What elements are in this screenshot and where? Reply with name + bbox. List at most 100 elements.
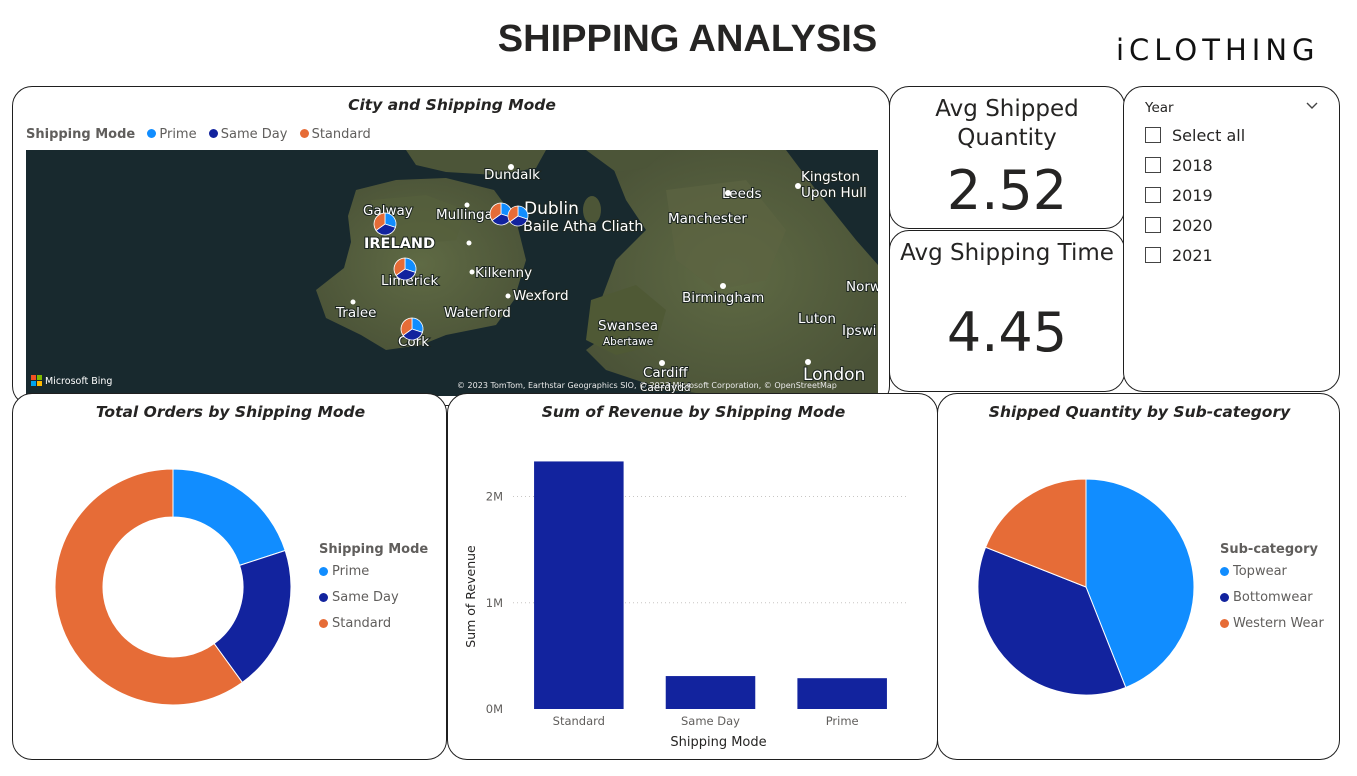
bottomwear-legend-dot	[1220, 593, 1229, 602]
orders-chart-title: Total Orders by Shipping Mode	[95, 403, 366, 421]
map-legend-standard: Standard	[311, 127, 371, 142]
checkbox[interactable]	[1145, 127, 1161, 143]
revenue-bar-visual[interactable]: Sum of Revenue by Shipping Mode 0M 1M 2M St…	[447, 393, 938, 760]
slicer-title: Year	[1145, 100, 1174, 116]
orders-donut-visual[interactable]: Total Orders by Shipping Mode Shipping M…	[12, 393, 447, 760]
city-label-luton: Luton	[798, 311, 836, 327]
city-label-baile: Baile Atha Cliath	[523, 219, 643, 235]
x-axis-title: Shipping Mode	[670, 735, 766, 750]
y-tick-label: 1M	[486, 596, 503, 610]
bing-label: Microsoft Bing	[45, 376, 112, 387]
kpi-qty-label-line1: Avg Shipped	[935, 96, 1079, 122]
map-pie-cork[interactable]	[400, 317, 424, 341]
revenue-chart-title: Sum of Revenue by Shipping Mode	[541, 403, 846, 421]
city-label-norw: Norw	[846, 279, 878, 295]
city-label-mullingar: Mullingar	[436, 207, 499, 223]
city-dot	[469, 269, 475, 275]
x-tick-label: Same Day	[681, 714, 740, 728]
subcat-legend-title: Sub-category	[1220, 542, 1318, 557]
city-label-kilkenny: Kilkenny	[475, 265, 532, 281]
bar-prime[interactable]	[797, 678, 887, 709]
city-label-swansea: Swansea	[598, 318, 658, 334]
bar-standard[interactable]	[534, 461, 624, 709]
brand-logo: iCLOTHING	[1116, 33, 1320, 67]
map-legend-prime: Prime	[159, 127, 197, 142]
orders-legend: Shipping Mode Prime Same Day Standard	[319, 542, 428, 642]
map-legend-title: Shipping Mode	[26, 127, 136, 142]
x-tick-label: Prime	[826, 714, 859, 728]
same-day-legend-dot	[208, 129, 218, 138]
slicer-item-2021[interactable]: 2021	[1145, 244, 1213, 266]
x-tick-label: Standard	[553, 714, 605, 728]
y-tick-label: 0M	[486, 702, 503, 716]
subcat-legend: Sub-category Topwear Bottomwear Western …	[1220, 542, 1324, 642]
legend-item-standard[interactable]: Standard	[319, 616, 428, 642]
map-pie-dublin[interactable]	[507, 205, 529, 227]
orders-slice-prime[interactable]	[172, 468, 286, 566]
map-pie-limerick[interactable]	[393, 257, 417, 281]
year-slicer[interactable]: Year Select all 2018 2019 2020 2021	[1123, 86, 1340, 392]
satellite-map[interactable]: Dundalk Dublin Baile Atha Cliath Galway …	[26, 150, 878, 396]
chevron-down-icon[interactable]	[1305, 99, 1319, 113]
slicer-item-label: 2018	[1172, 155, 1213, 175]
legend-label: Same Day	[332, 590, 399, 605]
city-label-upon-hull: Upon Hull	[801, 185, 867, 201]
map-copyright[interactable]: © 2023 TomTom, Earthstar Geographics SIO…	[457, 381, 837, 390]
city-dot	[805, 359, 811, 365]
subcat-chart-title: Shipped Quantity by Sub-category	[988, 403, 1291, 421]
city-label-abertawe: Abertawe	[603, 336, 653, 348]
same-day-legend-dot	[319, 593, 328, 602]
y-tick-label: 2M	[486, 490, 503, 504]
slicer-item-2019[interactable]: 2019	[1145, 184, 1213, 206]
city-dot	[659, 360, 665, 366]
city-label-ipswi: Ipswi	[842, 323, 876, 339]
checkbox[interactable]	[1145, 217, 1161, 233]
standard-legend-dot	[319, 619, 328, 628]
city-label-birmingham: Birmingham	[682, 290, 764, 306]
checkbox[interactable]	[1145, 247, 1161, 263]
city-dot	[720, 283, 726, 289]
standard-legend-dot	[299, 129, 309, 138]
y-axis-title: Sum of Revenue	[463, 545, 478, 648]
legend-item-bottomwear[interactable]: Bottomwear	[1220, 590, 1324, 616]
orders-donut-chart[interactable]	[43, 454, 323, 724]
subcategory-pie-chart[interactable]	[968, 469, 1208, 709]
revenue-bar-chart[interactable]: 0M 1M 2M Standard Same Day Prime Shipping Mode…	[448, 434, 937, 759]
orders-legend-title: Shipping Mode	[319, 542, 429, 557]
slicer-item-2018[interactable]: 2018	[1145, 154, 1213, 176]
slicer-item-label: 2019	[1172, 185, 1213, 205]
map-pie-galway[interactable]	[373, 212, 397, 236]
city-label-kingston: Kingston	[801, 169, 860, 185]
city-label-wexford: Wexford	[513, 288, 569, 304]
checkbox[interactable]	[1145, 187, 1161, 203]
prime-legend-dot	[319, 567, 328, 576]
legend-label: Standard	[332, 616, 392, 631]
slicer-item-label: 2020	[1172, 215, 1213, 235]
kpi-qty-value: 2.52	[946, 159, 1068, 222]
map-visual[interactable]: City and Shipping Mode Shipping Mode Pri…	[12, 86, 890, 406]
legend-label: Bottomwear	[1233, 590, 1313, 605]
subcategory-pie-visual[interactable]: Shipped Quantity by Sub-category Sub-cat…	[937, 393, 1340, 760]
city-label-waterford: Waterford	[444, 305, 511, 321]
slicer-item-2020[interactable]: 2020	[1145, 214, 1213, 236]
city-dot	[350, 299, 356, 305]
city-label-manchester: Manchester	[668, 211, 747, 227]
kpi-time-label: Avg Shipping Time	[900, 240, 1114, 266]
city-label-cardiff: Cardiff	[643, 365, 688, 381]
slicer-item-label: Select all	[1172, 125, 1246, 145]
legend-item-topwear[interactable]: Topwear	[1220, 564, 1324, 590]
prime-legend-dot	[147, 129, 157, 138]
kpi-time-value: 4.45	[946, 301, 1068, 364]
map-legend-same-day: Same Day	[220, 127, 288, 142]
legend-item-western-wear[interactable]: Western Wear	[1220, 616, 1324, 642]
slicer-item-select-all[interactable]: Select all	[1145, 124, 1245, 146]
bar-same-day[interactable]	[665, 676, 756, 709]
legend-label: Western Wear	[1233, 616, 1324, 631]
map-canvas[interactable]: Dundalk Dublin Baile Atha Cliath Galway …	[26, 150, 878, 396]
legend-item-prime[interactable]: Prime	[319, 564, 428, 590]
checkbox[interactable]	[1145, 157, 1161, 173]
kpi-qty-label-line2: Quantity	[957, 125, 1057, 151]
city-label-dublin: Dublin	[524, 199, 579, 219]
kpi-avg-shipped-quantity: Avg Shipped Quantity 2.52	[889, 86, 1125, 229]
legend-item-same-day[interactable]: Same Day	[319, 590, 428, 616]
